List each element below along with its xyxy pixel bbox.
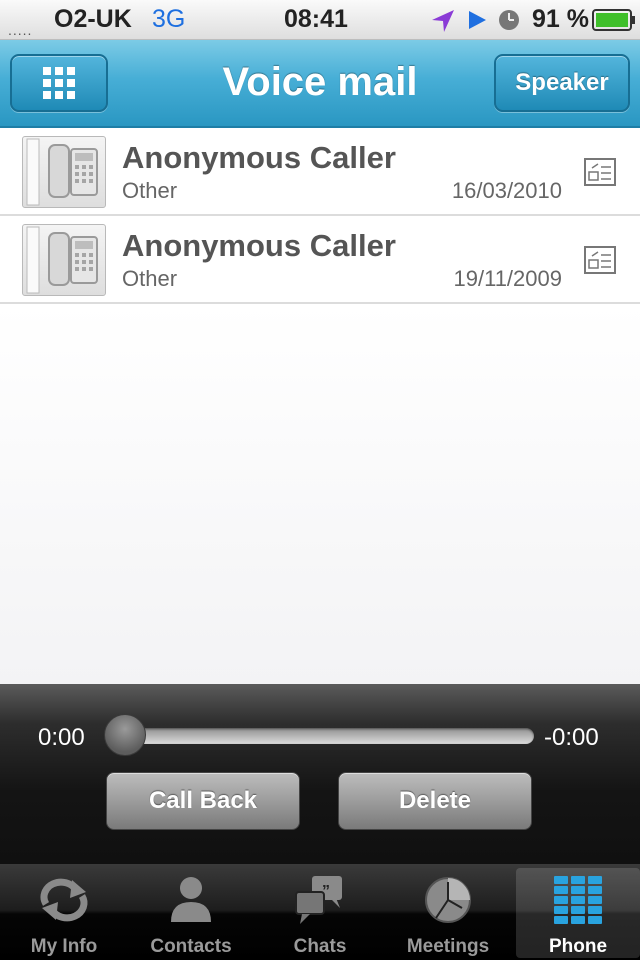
desk-phone-icon (22, 136, 106, 208)
caller-name: Anonymous Caller (122, 140, 396, 175)
progress-track[interactable] (118, 728, 534, 744)
phone-keypad-icon (554, 876, 602, 924)
voicemail-row[interactable]: Anonymous Caller Other 19/11/2009 (0, 216, 640, 304)
signal-dots: ..... (8, 22, 33, 38)
chat-bubbles-icon: ” (295, 876, 342, 924)
contact-card-icon[interactable] (584, 246, 616, 274)
clock-pie-icon (425, 877, 471, 923)
delete-button[interactable]: Delete (338, 772, 532, 830)
caller-type: Other (122, 178, 178, 203)
speaker-button[interactable]: Speaker (494, 54, 630, 112)
playback-panel: 0:00 -0:00 Call Back Delete (0, 684, 640, 864)
tab-chats[interactable]: ” Chats (258, 868, 382, 958)
sync-icon (40, 878, 88, 922)
battery-icon (592, 9, 635, 31)
network-label: 3G (152, 5, 186, 33)
caller-type: Other (122, 266, 178, 291)
voicemail-date: 19/11/2009 (453, 266, 562, 291)
desk-phone-icon (22, 224, 106, 296)
elapsed-time: 0:00 (38, 724, 85, 751)
status-bar: ..... O2-UK 3G 08:41 91 % (0, 0, 640, 40)
voicemail-list: Anonymous Caller Other 16/03/2010 Anonym… (0, 128, 640, 304)
progress-knob[interactable] (104, 714, 146, 756)
clock-label: 08:41 (284, 5, 348, 33)
carrier-label: O2-UK (54, 5, 132, 33)
caller-name: Anonymous Caller (122, 228, 396, 263)
list-empty-area (0, 304, 640, 684)
battery-percent: 91 % (532, 5, 589, 33)
location-arrow-icon (432, 10, 454, 32)
person-icon (171, 877, 211, 922)
tab-meetings[interactable]: Meetings (386, 868, 510, 958)
voicemail-row[interactable]: Anonymous Caller Other 16/03/2010 (0, 128, 640, 216)
tab-contacts[interactable]: Contacts (129, 868, 253, 958)
voicemail-date: 16/03/2010 (451, 178, 562, 203)
tab-label: Meetings (406, 936, 490, 957)
contact-card-icon[interactable] (584, 158, 616, 186)
tab-label: Phone (548, 936, 608, 957)
call-back-button[interactable]: Call Back (106, 772, 300, 830)
tab-label: My Info (30, 936, 98, 957)
tab-bar: My Info Contacts ” Chats Meetings Phone (0, 864, 640, 960)
play-icon (469, 11, 486, 29)
clock-icon (499, 10, 519, 30)
tab-phone[interactable]: Phone (516, 868, 640, 958)
tab-label: Chats (293, 936, 347, 957)
remaining-time: -0:00 (544, 724, 599, 751)
navigation-bar: Voice mail Speaker (0, 40, 640, 128)
tab-label: Contacts (150, 936, 232, 957)
tab-my-info[interactable]: My Info (2, 868, 126, 958)
